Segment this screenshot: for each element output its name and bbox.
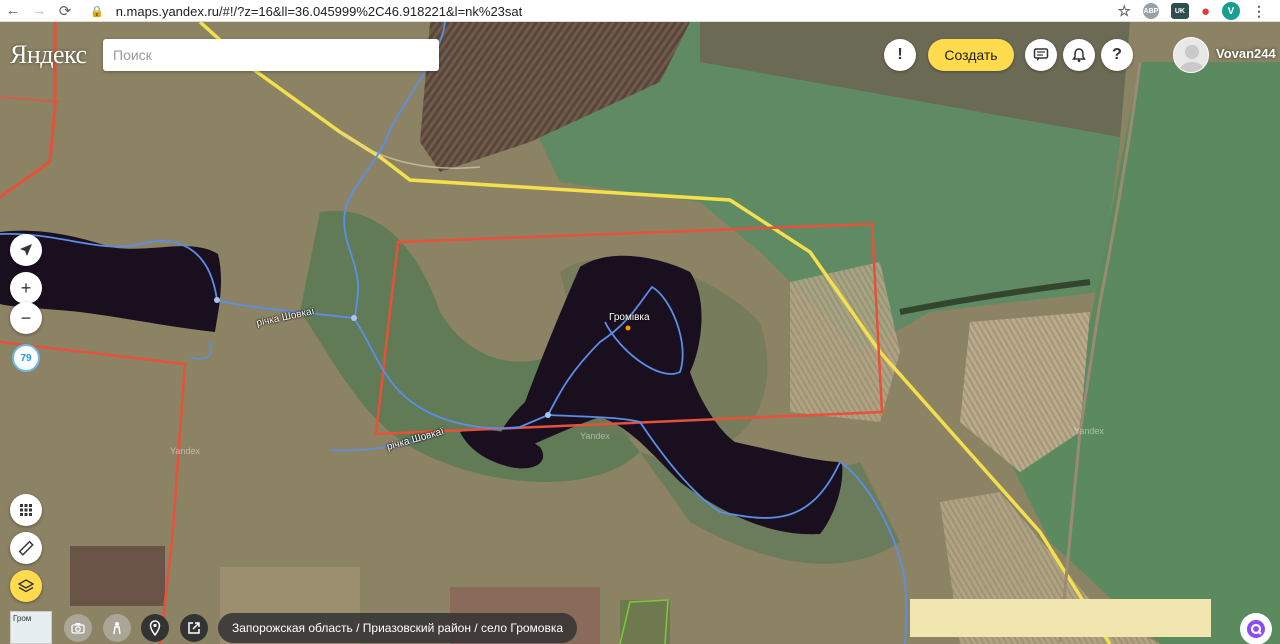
address-bar[interactable]: 🔒 n.maps.yandex.ru/#!/?z=16&ll=36.045999…: [90, 0, 522, 22]
yandex-watermark-right: Yandex: [1074, 426, 1104, 436]
layers-icon: [18, 579, 34, 593]
search-input[interactable]: [103, 39, 439, 71]
village-label[interactable]: Громівка: [609, 312, 650, 323]
user-avatar[interactable]: [1173, 37, 1209, 73]
adblock-icon[interactable]: ABP: [1142, 3, 1159, 19]
satellite-map[interactable]: Громівка річка Шовкаї річка Шовкаї Yande…: [0, 22, 1280, 644]
minimap[interactable]: Гром: [10, 611, 52, 644]
minus-icon: −: [20, 307, 32, 328]
feedback-button[interactable]: [1025, 39, 1057, 71]
username-label[interactable]: Vovan244: [1216, 46, 1276, 61]
bell-icon: [1072, 48, 1086, 63]
chat-icon: [1033, 48, 1049, 61]
help-button[interactable]: ?: [1101, 39, 1133, 71]
person-icon: [113, 622, 121, 635]
alice-button[interactable]: [1240, 613, 1272, 644]
plus-icon: +: [20, 277, 32, 298]
alert-button[interactable]: !: [884, 39, 916, 71]
exclamation-icon: !: [897, 46, 903, 63]
browser-menu-icon[interactable]: ⋮: [1252, 3, 1266, 19]
panorama-button[interactable]: [64, 614, 92, 642]
map-imagery: [0, 22, 1280, 644]
yandex-watermark: Yandex: [580, 431, 610, 441]
zoom-in-button[interactable]: +: [10, 272, 42, 304]
notifications-button[interactable]: [1063, 39, 1095, 71]
profile-avatar-icon[interactable]: V: [1222, 2, 1240, 20]
pin-icon: [149, 620, 161, 636]
forward-icon[interactable]: →: [26, 0, 52, 22]
location-pin-extension-icon[interactable]: ●: [1201, 3, 1210, 20]
layers-button[interactable]: [10, 570, 42, 602]
streetview-button[interactable]: [103, 614, 131, 642]
grid-icon: [20, 504, 32, 516]
share-button[interactable]: [180, 614, 208, 642]
grid-button[interactable]: [10, 494, 42, 526]
back-icon[interactable]: ←: [0, 0, 26, 22]
bookmark-star-icon[interactable]: ☆: [1117, 2, 1130, 20]
alice-icon: [1247, 620, 1265, 638]
ruler-button[interactable]: [10, 532, 42, 564]
info-panel: [910, 599, 1211, 637]
question-icon: ?: [1112, 46, 1122, 63]
extensions-area: ☆ ABP UK ● V ⋮: [1117, 0, 1266, 22]
zoom-level-badge: 79: [12, 344, 40, 372]
pin-button[interactable]: [141, 614, 169, 642]
navigate-arrow-icon: [20, 244, 32, 256]
browser-toolbar: ← → ⟳ 🔒 n.maps.yandex.ru/#!/?z=16&ll=36.…: [0, 0, 1280, 22]
url-text: n.maps.yandex.ru/#!/?z=16&ll=36.045999%2…: [115, 3, 523, 19]
zoom-out-button[interactable]: −: [10, 302, 42, 334]
reload-icon[interactable]: ⟳: [52, 0, 78, 22]
camera-icon: [71, 623, 85, 634]
create-button[interactable]: Создать: [928, 39, 1014, 71]
yandex-watermark-left: Yandex: [170, 446, 200, 456]
share-icon: [188, 622, 200, 634]
lock-icon: 🔒: [90, 5, 104, 18]
locate-button[interactable]: [10, 234, 42, 266]
location-breadcrumb[interactable]: Запорожская область / Приазовский район …: [218, 613, 578, 643]
uk-extension-icon[interactable]: UK: [1170, 3, 1189, 19]
minimap-label: Гром: [13, 614, 32, 623]
yandex-logo[interactable]: Яндекс: [10, 40, 87, 70]
ruler-icon: [18, 540, 34, 556]
